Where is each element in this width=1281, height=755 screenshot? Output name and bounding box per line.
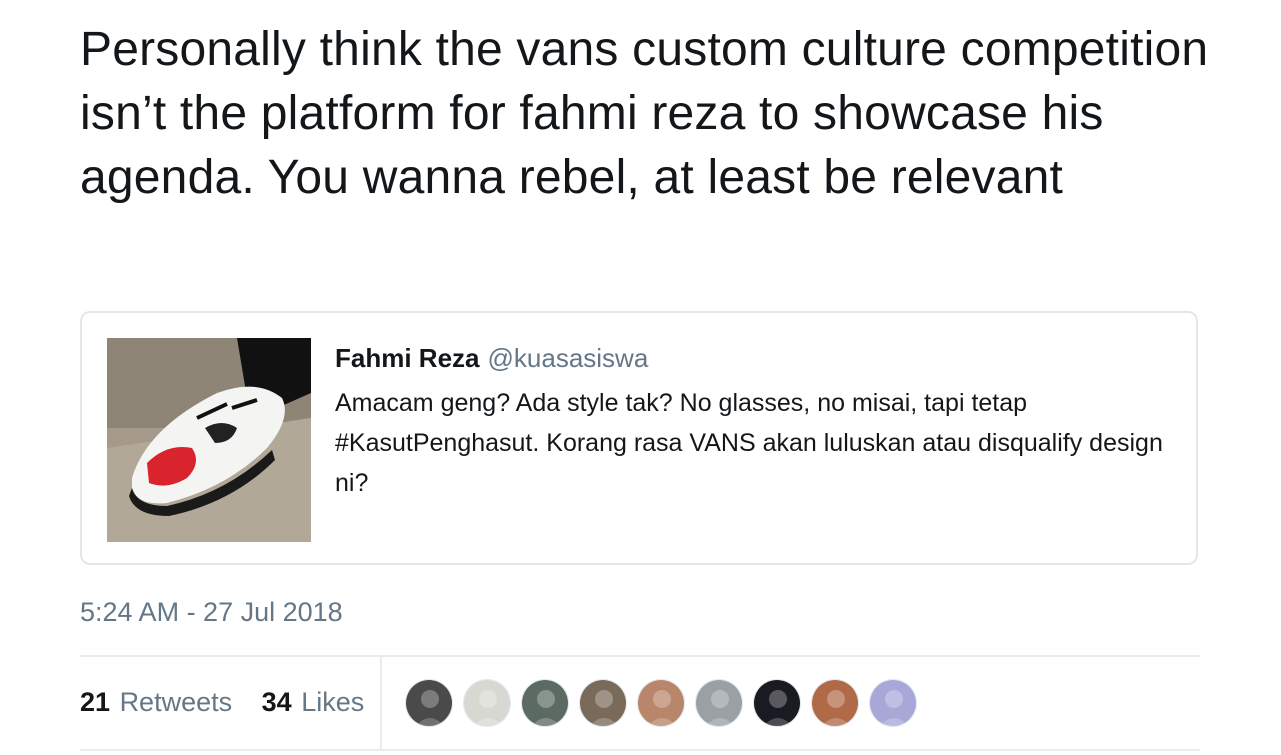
tweet-timestamp[interactable]: 5:24 AM - 27 Jul 2018 — [80, 592, 343, 632]
avatar-icon[interactable] — [521, 679, 569, 727]
avatar-icon[interactable] — [753, 679, 801, 727]
likes-label: Likes — [301, 687, 365, 717]
retweets-label: Retweets — [119, 687, 233, 717]
avatar-icon[interactable] — [579, 679, 627, 727]
quoted-tweet-card[interactable]: Fahmi Reza @kuasasiswa Amacam geng? Ada s… — [80, 311, 1198, 565]
avatar-icon[interactable] — [637, 679, 685, 727]
quoted-tweet-image[interactable] — [107, 338, 311, 542]
divider — [80, 655, 1200, 657]
tweet-stats: 21 Retweets 34 Likes — [80, 683, 386, 721]
divider — [80, 749, 1200, 751]
quoted-author-name[interactable]: Fahmi Reza — [335, 343, 480, 373]
quoted-tweet-header: Fahmi Reza @kuasasiswa — [335, 341, 648, 375]
avatar-icon[interactable] — [869, 679, 917, 727]
quoted-author-handle[interactable]: @kuasasiswa — [488, 343, 649, 373]
shoe-image — [107, 338, 311, 542]
retweets-count: 21 — [80, 687, 111, 717]
likes-stat[interactable]: 34 Likes — [262, 683, 365, 721]
liker-avatars — [405, 679, 927, 727]
avatar-icon[interactable] — [811, 679, 859, 727]
tweet-text: Personally think the vans custom culture… — [80, 23, 1209, 204]
avatar-icon[interactable] — [695, 679, 743, 727]
retweets-stat[interactable]: 21 Retweets — [80, 683, 232, 721]
likes-count: 34 — [261, 687, 292, 717]
avatar-icon[interactable] — [405, 679, 453, 727]
avatar-icon[interactable] — [463, 679, 511, 727]
quoted-tweet-text: Amacam geng? Ada style tak? No glasses, … — [335, 389, 1163, 497]
